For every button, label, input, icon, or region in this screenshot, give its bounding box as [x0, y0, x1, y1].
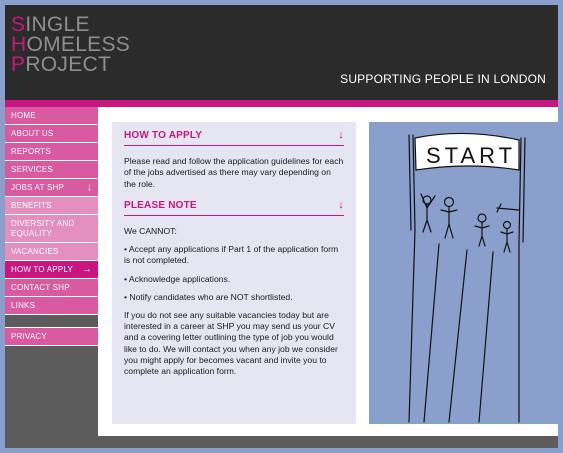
- sidebar-item-reports[interactable]: REPORTS: [5, 143, 98, 161]
- sidebar-item-label: DIVERSITY AND EQUALITY: [11, 218, 75, 238]
- sidebar-item-label: REPORTS: [11, 147, 51, 156]
- note-bullet: • Notify candidates who are NOT shortlis…: [124, 291, 293, 302]
- sidebar-item-diversity-and-equality[interactable]: DIVERSITY AND EQUALITY: [5, 215, 98, 243]
- sidebar-item-about-us[interactable]: ABOUT US: [5, 125, 98, 143]
- sidebar-item-label: PRIVACY: [11, 332, 47, 341]
- banner-text: START: [426, 143, 516, 168]
- sidebar-item-label: VACANCIES: [11, 247, 59, 256]
- logo-line-3: PROJECT: [11, 53, 112, 76]
- start-line-illustration: START: [369, 122, 558, 424]
- arrow-down-icon: ↓: [86, 181, 92, 193]
- how-to-apply-heading[interactable]: HOW TO APPLY ↓: [124, 129, 344, 147]
- note-bullet: • Acknowledge applications.: [124, 273, 231, 284]
- please-note-closing: If you do not see any suitable vacancies…: [124, 310, 338, 377]
- how-to-apply-text: Please read and follow the application g…: [124, 156, 344, 189]
- logo-line-2: HOMELESS: [11, 33, 131, 56]
- sidebar-item-label: HOW TO APPLY: [11, 265, 73, 274]
- sidebar-nav: HOME ABOUT US REPORTS SERVICES JOBS AT S…: [5, 107, 98, 448]
- arrow-down-icon: ↓: [338, 198, 344, 211]
- sidebar-item-how-to-apply[interactable]: HOW TO APPLY →: [5, 261, 98, 279]
- sidebar-item-home[interactable]: HOME: [5, 107, 98, 125]
- sidebar-item-services[interactable]: SERVICES: [5, 161, 98, 179]
- sidebar-item-vacancies[interactable]: VACANCIES: [5, 243, 98, 261]
- sidebar-item-label: LINKS: [11, 301, 36, 310]
- site-header: SINGLE HOMELESS PROJECT SUPPORTING PEOPL…: [5, 5, 558, 100]
- main-content: HOW TO APPLY ↓ Please read and follow th…: [112, 122, 356, 424]
- sidebar-item-label: JOBS AT SHP: [11, 183, 65, 192]
- arrow-right-icon: →: [81, 263, 92, 275]
- start-banner-drawing: START: [408, 132, 526, 423]
- sidebar-divider: [5, 315, 98, 328]
- please-note-heading[interactable]: PLEASE NOTE ↓: [124, 198, 344, 217]
- logo-line-1: SINGLE: [11, 13, 90, 36]
- sidebar-item-links[interactable]: LINKS: [5, 297, 98, 315]
- shp-logo[interactable]: SINGLE HOMELESS PROJECT: [11, 13, 131, 76]
- note-bullet: • Accept any applications if Part 1 of t…: [124, 244, 339, 266]
- please-note-intro: We CANNOT:: [124, 226, 177, 237]
- sidebar-item-label: HOME: [11, 111, 36, 120]
- sidebar-item-label: CONTACT SHP: [11, 283, 70, 292]
- page-frame: SINGLE HOMELESS PROJECT SUPPORTING PEOPL…: [5, 5, 558, 448]
- footer-bar: [98, 436, 558, 448]
- sidebar-item-label: SERVICES: [11, 165, 53, 174]
- sidebar-item-jobs-at-shp[interactable]: JOBS AT SHP ↓: [5, 179, 98, 197]
- header-accent-bar: [5, 100, 558, 107]
- sidebar-item-benefits[interactable]: BENEFITS: [5, 197, 98, 215]
- sidebar-item-label: BENEFITS: [11, 201, 52, 210]
- sidebar-item-label: ABOUT US: [11, 129, 54, 138]
- sidebar-item-privacy[interactable]: PRIVACY: [5, 328, 98, 346]
- sidebar-item-contact-shp[interactable]: CONTACT SHP: [5, 279, 98, 297]
- site-tagline: SUPPORTING PEOPLE IN LONDON: [340, 72, 546, 86]
- arrow-down-icon: ↓: [338, 129, 344, 141]
